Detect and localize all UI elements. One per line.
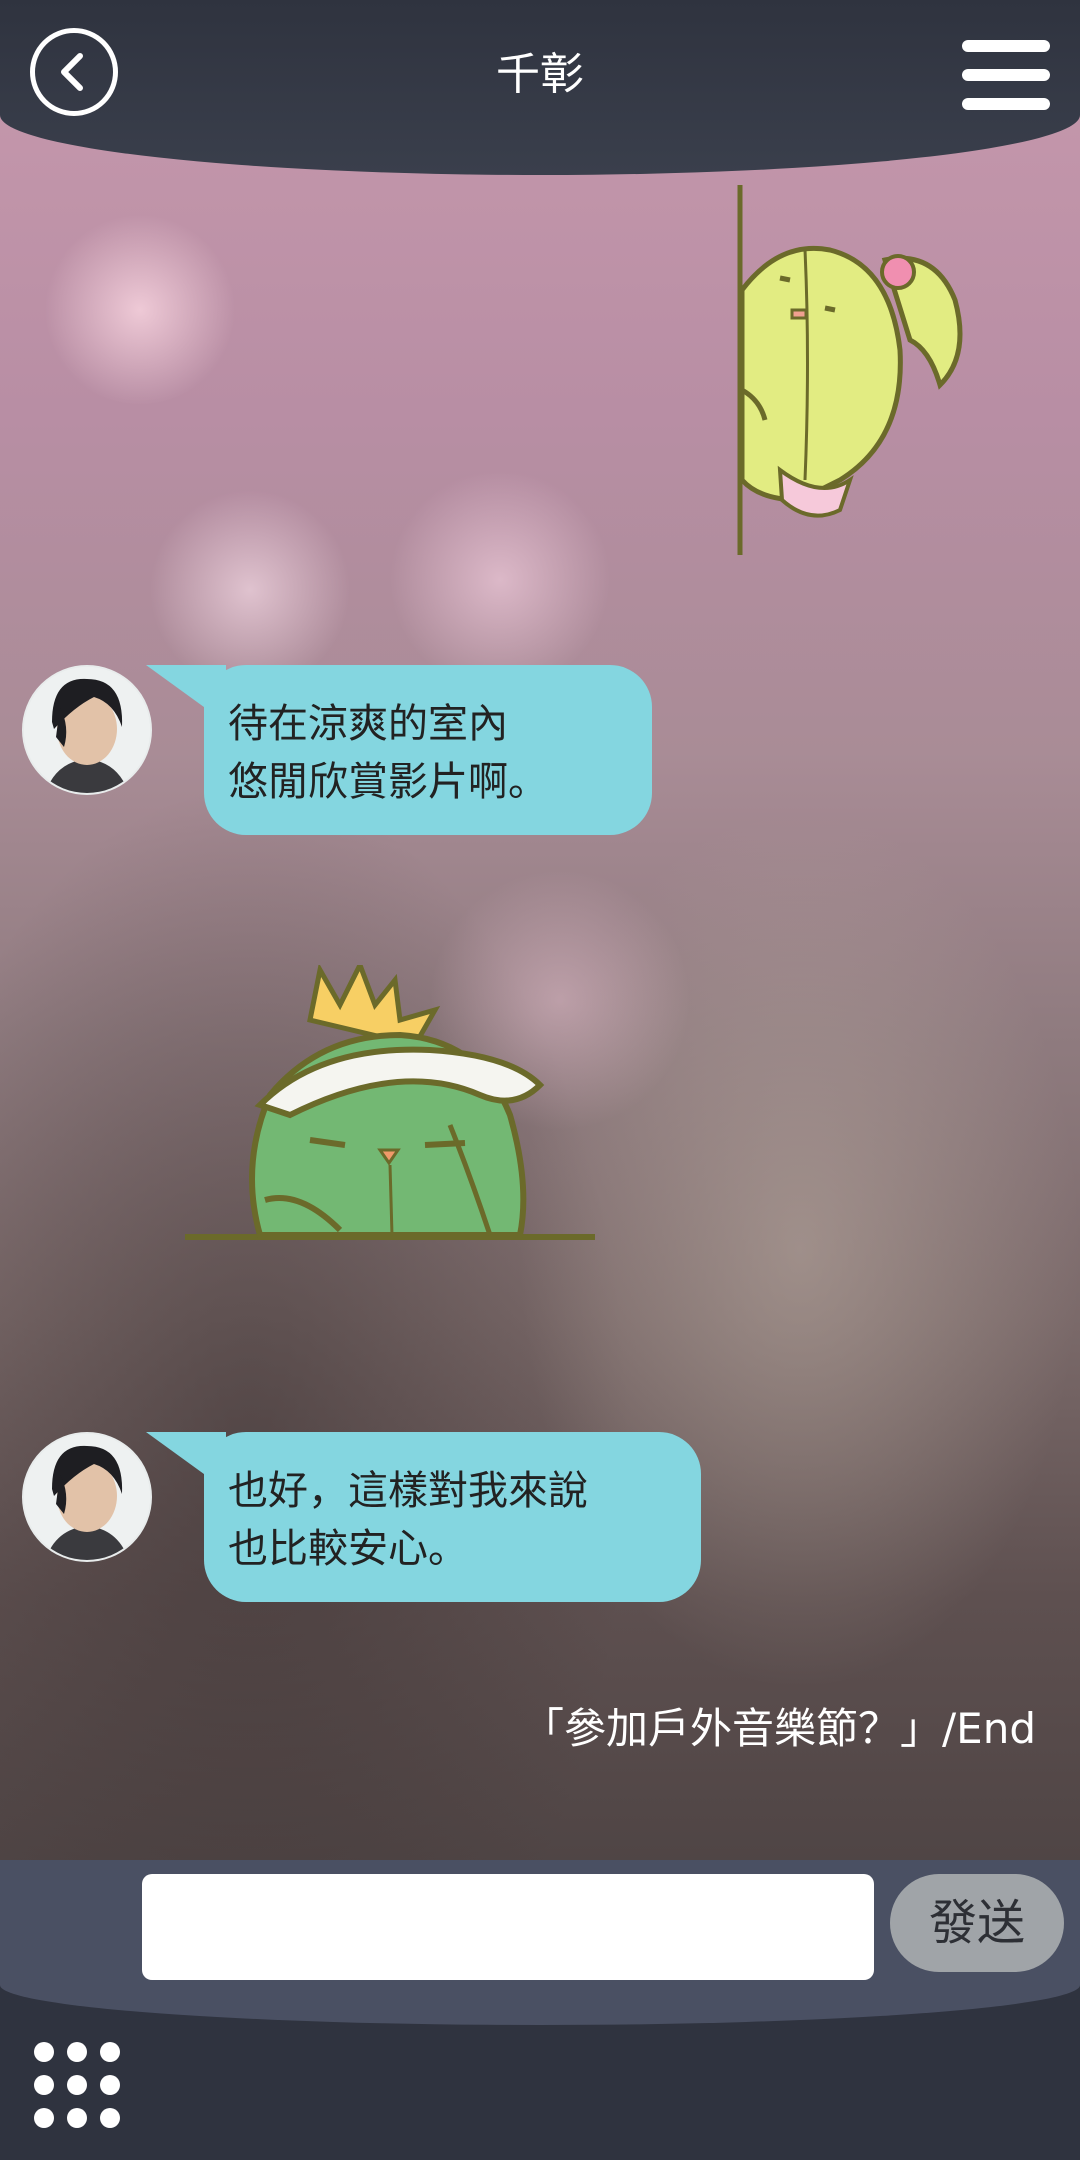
composer-band: 發送 [0,1860,1080,2025]
header-bar: 千彰 [0,0,1080,175]
message-text: 也比較安心。 [228,1526,468,1572]
sticker-peeking-character [737,185,963,555]
avatar[interactable] [22,1432,152,1562]
message-input[interactable] [142,1874,874,1980]
sticker-cactus-character [185,965,595,1240]
message-text: 待在涼爽的室內 [228,701,508,747]
avatar[interactable] [22,665,152,795]
hamburger-menu-icon [962,40,1050,52]
message-bubble: 待在涼爽的室內 悠閒欣賞影片啊。 [146,665,652,835]
message-text: 悠閒欣賞影片啊。 [228,759,548,805]
grid-menu-button[interactable] [32,2040,122,2130]
chat-title: 千彰 [496,49,584,100]
message-text: 也好，這樣對我來說 [228,1468,588,1514]
composer-bar: 發送 [0,1860,1080,2160]
menu-button[interactable] [962,40,1050,112]
message-bubble: 也好，這樣對我來說 也比較安心。 [146,1432,701,1602]
avatar-portrait-icon [24,1434,150,1560]
avatar-portrait-icon [24,667,150,793]
episode-end-note: 「參加戶外音樂節？」/End [522,1704,1036,1753]
send-button[interactable]: 發送 [890,1874,1064,1972]
